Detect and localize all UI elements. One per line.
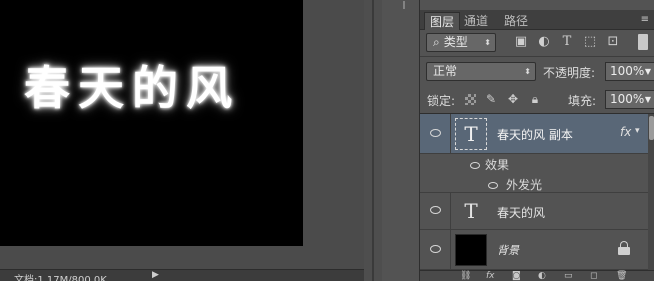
visibility-eye-icon[interactable]: [420, 244, 450, 255]
fill-label: 填充:: [568, 94, 597, 108]
opacity-value: 100%: [610, 64, 645, 78]
opacity-label: 不透明度:: [543, 66, 596, 80]
status-menu-arrow-icon[interactable]: ▶: [152, 270, 159, 280]
chevron-down-icon[interactable]: ▼: [645, 63, 651, 80]
layer-list: T 春天的风 副本 fx ▾ 效果 外发光 T 春天的风 背景: [420, 114, 648, 270]
add-mask-icon[interactable]: ◙: [512, 271, 521, 281]
document-canvas-area: 春天的风 文档:1.17M/800.0K ▶: [0, 0, 364, 281]
link-layers-icon[interactable]: ⛓: [460, 271, 471, 281]
layer-row-text-copy[interactable]: T 春天的风 副本 fx ▾: [420, 114, 648, 154]
scrollbar-thumb[interactable]: [649, 116, 654, 140]
visibility-eye-icon[interactable]: [420, 205, 450, 216]
document-size-info: 文档:1.17M/800.0K: [14, 275, 107, 281]
blend-mode-value: 正常: [433, 64, 458, 78]
layers-panel: 图层 通道 路径 ≡ ⌕ 类型 ⬍ ▣ ◐ T ⬚ ⊡ 正常 ⬍ 不透明度: 10…: [419, 0, 654, 281]
opacity-input[interactable]: 100% ▼: [605, 62, 654, 81]
type-filter-icon[interactable]: T: [559, 34, 575, 50]
lock-label: 锁定:: [427, 94, 456, 108]
lock-icon[interactable]: [618, 241, 630, 255]
filter-toggle-switch[interactable]: [638, 34, 648, 50]
layer-name[interactable]: 背景: [497, 242, 519, 258]
blend-mode-dropdown[interactable]: 正常 ⬍: [426, 62, 536, 81]
smart-object-filter-icon[interactable]: ⊡: [605, 34, 621, 50]
layer-effects-row[interactable]: 效果: [420, 154, 648, 173]
status-bar: 文档:1.17M/800.0K ▶: [0, 269, 364, 281]
divider: [420, 56, 654, 57]
layers-scrollbar[interactable]: [648, 114, 654, 270]
chevron-down-icon[interactable]: ▾: [635, 126, 640, 136]
tab-channels[interactable]: 通道: [459, 12, 493, 30]
panel-gutter: [364, 0, 382, 281]
chevron-updown-icon: ⬍: [484, 38, 491, 47]
visibility-eye-icon[interactable]: [420, 128, 450, 139]
panel-tabs: 图层 通道 路径 ≡: [420, 10, 654, 30]
shape-filter-icon[interactable]: ⬚: [582, 34, 598, 50]
delete-layer-icon[interactable]: 🗑︎: [616, 271, 627, 281]
canvas-glow-text: 春天的风: [24, 61, 240, 115]
new-layer-icon[interactable]: ◻: [590, 271, 597, 281]
fill-input[interactable]: 100% ▼: [605, 90, 654, 109]
effect-name: 外发光: [506, 178, 543, 192]
layer-thumbnail-text: T: [455, 118, 487, 150]
visibility-eye-icon[interactable]: [488, 178, 498, 192]
adjustment-layer-icon[interactable]: ◐: [538, 271, 546, 281]
lock-image-pixels-icon[interactable]: ✎: [484, 92, 498, 106]
layer-effect-outer-glow[interactable]: 外发光: [420, 173, 648, 193]
layer-thumbnail-background: [455, 234, 487, 266]
type-layer-icon: T: [464, 122, 478, 146]
fill-value: 100%: [610, 92, 645, 106]
tab-paths[interactable]: 路径: [499, 12, 533, 30]
chevron-updown-icon: ⬍: [524, 67, 531, 76]
new-group-icon[interactable]: ▭: [564, 271, 573, 281]
panel-menu-icon[interactable]: ≡: [641, 14, 649, 25]
lock-position-icon[interactable]: ✥: [506, 92, 520, 106]
layer-filter-value: 类型: [443, 35, 468, 49]
visibility-eye-icon[interactable]: [470, 158, 480, 172]
layer-row-text[interactable]: T 春天的风: [420, 193, 648, 230]
lock-all-icon[interactable]: 🔒︎: [528, 92, 542, 106]
tab-layers[interactable]: 图层: [424, 12, 461, 30]
lock-transparent-pixels-icon[interactable]: [465, 94, 476, 105]
type-layer-icon: T: [464, 199, 478, 223]
canvas[interactable]: 春天的风: [0, 0, 303, 246]
panel-footer: ⛓ fx ◙ ◐ ▭ ◻ 🗑︎: [420, 270, 654, 281]
image-filter-icon[interactable]: ▣: [513, 34, 529, 50]
search-icon: ⌕: [433, 35, 440, 49]
layer-name[interactable]: 春天的风: [497, 204, 545, 221]
adjustment-filter-icon[interactable]: ◐: [536, 34, 552, 50]
panel-collapse-icon[interactable]: ‖: [402, 0, 416, 9]
add-style-fx-icon[interactable]: fx: [486, 271, 495, 281]
layer-filter-dropdown[interactable]: ⌕ 类型 ⬍: [426, 33, 496, 52]
fx-icon[interactable]: fx: [620, 125, 631, 139]
layer-row-background[interactable]: 背景: [420, 230, 648, 270]
layer-name[interactable]: 春天的风 副本: [497, 126, 573, 143]
chevron-down-icon[interactable]: ▼: [645, 91, 651, 108]
effects-label: 效果: [485, 158, 510, 172]
